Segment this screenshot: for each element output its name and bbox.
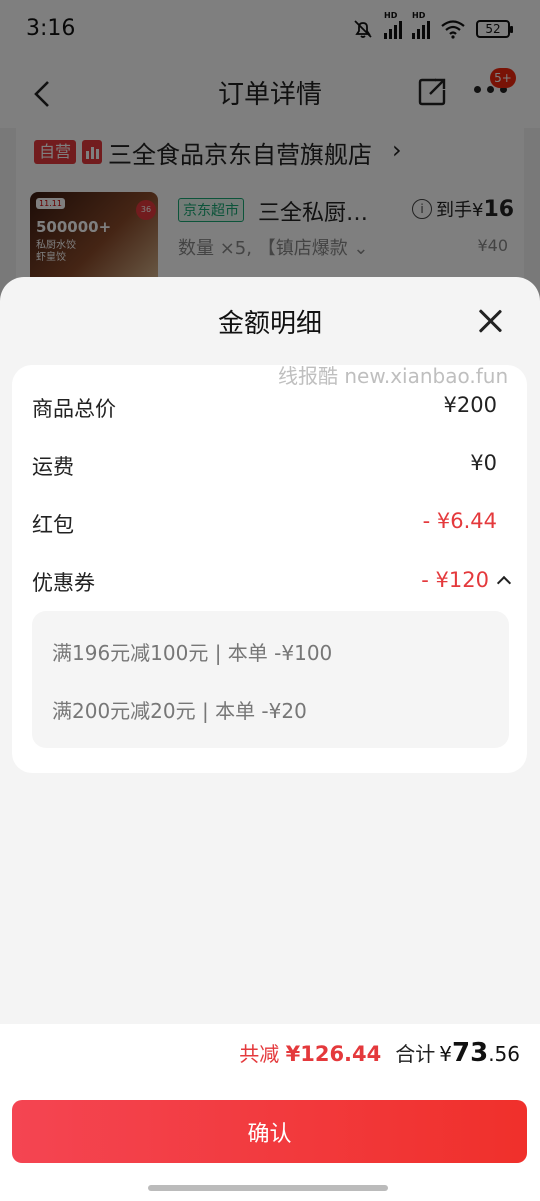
watermark: 线报酷 new.xianbao.fun — [278, 364, 509, 388]
coupon-item: 满196元减100元 | 本单 -¥100 — [52, 641, 333, 665]
row-label: 商品总价 — [32, 397, 116, 421]
total-decimal: .56 — [488, 1042, 520, 1066]
chevron-up-icon[interactable] — [496, 575, 512, 591]
home-indicator[interactable] — [148, 1185, 388, 1191]
total-currency: ¥ — [439, 1042, 452, 1066]
amount-detail-card: 商品总价 ¥200 运费 ¥0 红包 - ¥6.44 优惠券 - ¥120 满1… — [12, 365, 527, 773]
total-saved: 共减 ¥126.44 — [239, 1038, 381, 1067]
saved-value: ¥126.44 — [285, 1042, 382, 1066]
sheet-title: 金额明细 — [217, 309, 322, 339]
row-value: - ¥6.44 — [422, 509, 497, 533]
coupon-toggle[interactable]: - ¥120 — [421, 568, 512, 592]
sheet-footer: 共减 ¥126.44 合计 ¥ 73 .56 确认 — [0, 1024, 540, 1201]
row-shipping: 运费 ¥0 — [32, 451, 497, 481]
row-red-packet: 红包 - ¥6.44 — [32, 509, 497, 539]
row-value: ¥0 — [470, 451, 497, 475]
total-summary: 共减 ¥126.44 合计 ¥ 73 .56 — [239, 1038, 520, 1068]
row-goods-total: 商品总价 ¥200 — [32, 393, 497, 423]
confirm-button[interactable]: 确认 — [12, 1100, 527, 1163]
total-label: 合计 — [395, 1042, 436, 1066]
coupon-value: - ¥120 — [421, 568, 489, 592]
coupon-list: 满196元减100元 | 本单 -¥100 满200元减20元 | 本单 -¥2… — [32, 611, 509, 748]
row-label: 红包 — [32, 513, 74, 537]
row-value: ¥200 — [443, 393, 497, 417]
close-icon[interactable] — [478, 309, 502, 333]
row-label: 运费 — [32, 455, 74, 479]
row-label: 优惠券 — [32, 571, 95, 595]
coupon-item: 满200元减20元 | 本单 -¥20 — [52, 699, 307, 723]
total-integer: 73 — [452, 1038, 489, 1068]
saved-label: 共减 — [239, 1042, 280, 1066]
